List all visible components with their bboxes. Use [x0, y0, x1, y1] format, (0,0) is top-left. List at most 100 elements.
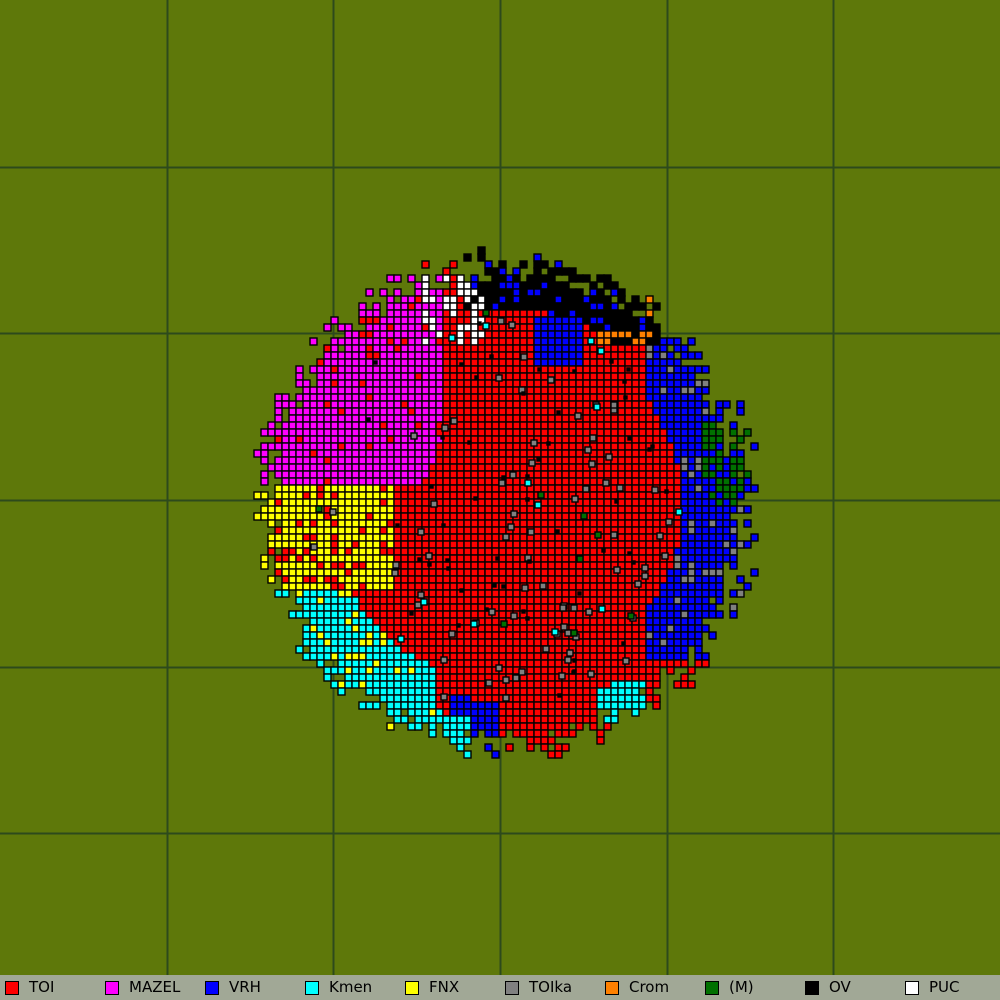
territory-cell-toi	[449, 561, 458, 570]
territory-cell-kmen	[330, 617, 339, 626]
territory-cell-toi	[533, 561, 542, 570]
territory-cell-kmen	[323, 596, 332, 605]
territory-cell-fnx	[295, 505, 304, 514]
territory-cell-toi	[421, 477, 430, 486]
territory-cell-toi	[561, 568, 570, 577]
territory-cell-vrh	[645, 603, 654, 612]
territory-cell-mazel	[421, 463, 430, 472]
territory-marker-ov	[474, 375, 479, 380]
territory-cell-mazel	[351, 407, 360, 416]
territory-cell-mmm	[715, 498, 724, 507]
territory-cell-ov	[603, 274, 612, 283]
territory-cell-toi	[463, 596, 472, 605]
territory-cell-mazel	[414, 393, 423, 402]
territory-cell-toi	[575, 435, 584, 444]
territory-cell-mazel	[428, 393, 437, 402]
territory-cell-toi	[470, 554, 479, 563]
territory-cell-toi	[449, 638, 458, 647]
territory-cell-mazel	[253, 449, 262, 458]
territory-cell-toi	[561, 400, 570, 409]
territory-cell-mazel	[330, 442, 339, 451]
territory-cell-toi	[491, 512, 500, 521]
territory-cell-crom	[610, 330, 619, 339]
territory-cell-kmen	[631, 680, 640, 689]
territory-cell-toi	[540, 659, 549, 668]
territory-cell-toi	[631, 638, 640, 647]
territory-cell-toika	[687, 561, 696, 570]
territory-cell-toi	[666, 470, 675, 479]
territory-marker-ov	[521, 391, 526, 396]
territory-marker-toika	[521, 584, 529, 592]
territory-cell-puc	[470, 309, 479, 318]
territory-cell-kmen	[379, 680, 388, 689]
territory-cell-toi	[638, 365, 647, 374]
territory-cell-toi	[589, 421, 598, 430]
territory-marker-ov	[489, 354, 494, 359]
territory-cell-mazel	[435, 372, 444, 381]
territory-cell-toi	[533, 379, 542, 388]
territory-cell-toi	[435, 631, 444, 640]
territory-cell-toi	[477, 400, 486, 409]
territory-cell-vrh	[701, 561, 710, 570]
territory-cell-toi	[449, 288, 458, 297]
territory-cell-vrh	[484, 722, 493, 731]
territory-cell-mazel	[428, 372, 437, 381]
territory-marker-ov	[441, 523, 446, 528]
territory-cell-ov	[652, 323, 661, 332]
territory-cell-toi	[484, 540, 493, 549]
territory-cell-mazel	[351, 421, 360, 430]
territory-cell-toi	[421, 617, 430, 626]
territory-cell-mazel	[295, 365, 304, 374]
territory-marker-ov	[546, 441, 551, 446]
territory-cell-vrh	[694, 603, 703, 612]
territory-cell-mazel	[344, 365, 353, 374]
territory-cell-toi	[470, 596, 479, 605]
territory-marker-toika	[498, 479, 506, 487]
territory-cell-toi	[554, 715, 563, 724]
territory-cell-toi	[428, 638, 437, 647]
territory-cell-toi	[582, 330, 591, 339]
territory-cell-toi	[477, 491, 486, 500]
territory-cell-toi	[498, 701, 507, 710]
territory-map[interactable]	[0, 0, 1000, 975]
territory-cell-vrh	[652, 617, 661, 626]
territory-cell-mazel	[365, 379, 374, 388]
territory-cell-toi	[512, 421, 521, 430]
territory-cell-kmen	[428, 729, 437, 738]
territory-cell-toi	[302, 533, 311, 542]
territory-cell-vrh	[687, 589, 696, 598]
territory-marker-toika	[497, 317, 505, 325]
territory-cell-toi	[484, 421, 493, 430]
territory-cell-fnx	[379, 638, 388, 647]
territory-cell-toi	[589, 715, 598, 724]
territory-cell-mazel	[288, 414, 297, 423]
territory-cell-toi	[484, 624, 493, 633]
territory-cell-toi	[491, 680, 500, 689]
territory-cell-toi	[554, 372, 563, 381]
territory-cell-toi	[666, 498, 675, 507]
territory-cell-toi	[568, 680, 577, 689]
territory-cell-ov	[526, 295, 535, 304]
territory-cell-mazel	[330, 344, 339, 353]
territory-cell-toi	[442, 596, 451, 605]
territory-cell-toi	[477, 337, 486, 346]
territory-cell-toi	[631, 407, 640, 416]
territory-cell-kmen	[358, 610, 367, 619]
territory-cell-ov	[470, 295, 479, 304]
territory-cell-vrh	[498, 295, 507, 304]
territory-cell-toi	[463, 610, 472, 619]
territory-cell-toi	[589, 568, 598, 577]
territory-cell-toi	[463, 603, 472, 612]
territory-cell-ov	[610, 309, 619, 318]
territory-marker-toika	[602, 479, 610, 487]
territory-cell-toi	[498, 638, 507, 647]
territory-cell-vrh	[484, 260, 493, 269]
territory-cell-mazel	[400, 414, 409, 423]
territory-cell-mazel	[407, 344, 416, 353]
territory-cell-vrh	[694, 470, 703, 479]
territory-marker-ov	[627, 436, 632, 441]
territory-cell-vrh	[701, 505, 710, 514]
territory-cell-vrh	[687, 638, 696, 647]
territory-cell-toi	[596, 596, 605, 605]
territory-cell-toi	[372, 316, 381, 325]
